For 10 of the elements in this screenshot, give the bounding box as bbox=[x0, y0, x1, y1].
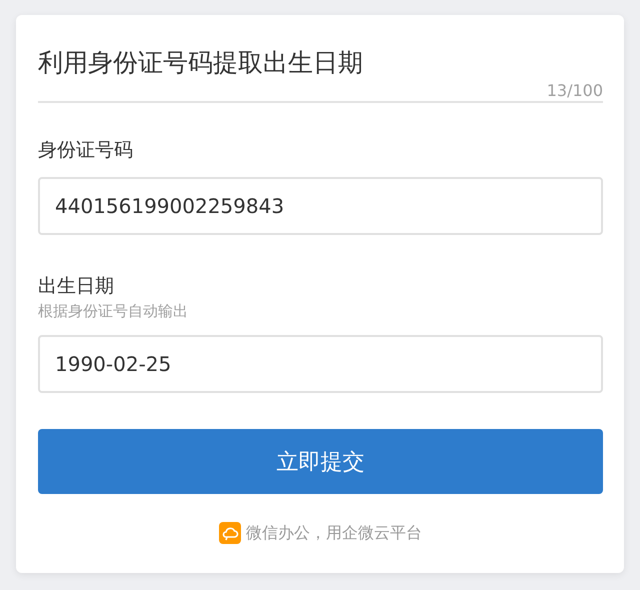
field-label: 身份证号码 bbox=[38, 138, 134, 163]
cloud-icon bbox=[219, 522, 241, 544]
field-label: 出生日期 bbox=[38, 274, 115, 299]
input-field[interactable]: 440156199002259843 bbox=[38, 177, 603, 235]
form-title: 利用身份证号码提取出生日期 bbox=[38, 47, 364, 79]
submit-button[interactable]: 立即提交 bbox=[38, 429, 603, 494]
character-counter: 13/100 bbox=[546, 81, 603, 101]
input-field[interactable]: 1990-02-25 bbox=[38, 335, 603, 393]
field-hint: 根据身份证号自动输出 bbox=[38, 301, 189, 321]
footer-text: 微信办公，用企微云平台 bbox=[246, 522, 422, 544]
